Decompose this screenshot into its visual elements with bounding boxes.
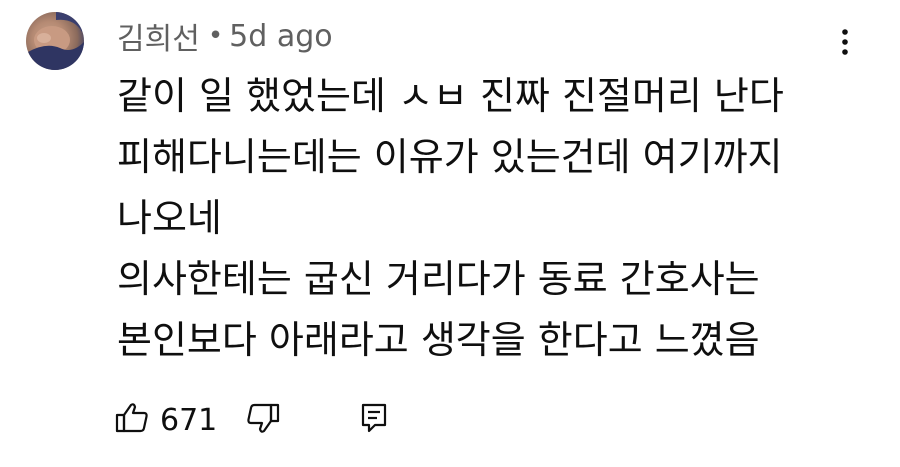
more-vert-icon[interactable] (830, 24, 860, 60)
dislike-button[interactable] (245, 400, 281, 440)
meta-separator: • (207, 21, 224, 51)
comment-line: 의사한테는 굽신 거리다가 동료 간호사는 (117, 257, 760, 301)
comment-text: 같이 일 했었는데 ㅅㅂ 진짜 진절머리 난다 피해다니는데는 이유가 있는건데… (117, 66, 877, 371)
author-name[interactable]: 김희선 (117, 14, 200, 58)
reply-comment-icon (359, 401, 389, 439)
comment-time: 5d ago (229, 18, 333, 54)
like-count: 671 (160, 402, 218, 438)
comment-line: 피해다니는데는 이유가 있는건데 여기까지 (117, 135, 783, 179)
comment-header: 김희선 • 5d ago (117, 14, 333, 58)
thumb-down-icon (245, 400, 281, 440)
comment-line: 같이 일 했었는데 ㅅㅂ 진짜 진절머리 난다 (117, 74, 784, 118)
comment-line: 나오네 (117, 196, 222, 240)
thumb-up-icon (114, 400, 150, 440)
like-button[interactable]: 671 (114, 400, 241, 440)
comment-line: 본인보다 아래라고 생각을 한다고 느꼈음 (117, 318, 760, 362)
avatar[interactable] (26, 12, 84, 70)
reply-button[interactable] (359, 401, 389, 439)
comment-actions: 671 (114, 398, 389, 442)
comment-card: 김희선 • 5d ago 같이 일 했었는데 ㅅㅂ 진짜 진절머리 난다 피해다… (0, 0, 900, 467)
